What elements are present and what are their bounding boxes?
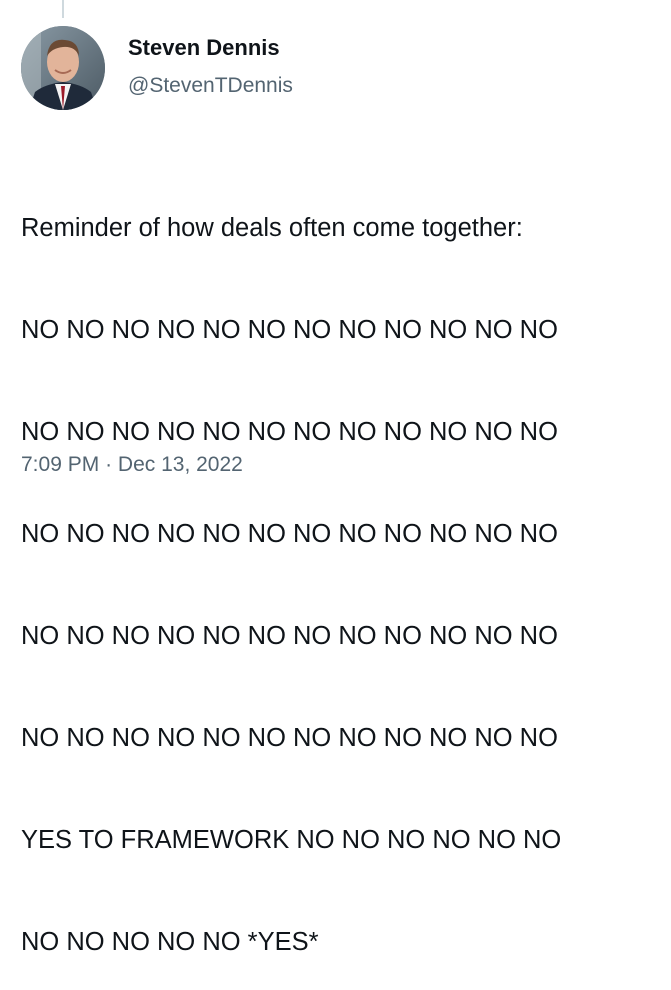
thread-connector-line (62, 0, 64, 18)
tweet-line: NO NO NO NO NO NO NO NO NO NO NO NO (21, 316, 558, 344)
tweet-text: Reminder of how deals often come togethe… (21, 143, 651, 990)
tweet-time-link[interactable]: 7:09 PM · Dec 13, 2022 (21, 453, 243, 476)
tweet-line: Reminder of how deals often come togethe… (21, 214, 523, 242)
avatar[interactable] (21, 26, 105, 110)
tweet-line: NO NO NO NO NO NO NO NO NO NO NO NO (21, 418, 558, 446)
tweet-line: NO NO NO NO NO NO NO NO NO NO NO NO (21, 724, 558, 752)
timestamp-separator: · (105, 453, 113, 476)
author-handle[interactable]: @StevenTDennis (128, 72, 293, 100)
author-name-block: Steven Dennis @StevenTDennis (128, 34, 293, 100)
tweet-line: NO NO NO NO NO NO NO NO NO NO NO NO (21, 622, 558, 650)
tweet-line: NO NO NO NO NO NO NO NO NO NO NO NO (21, 520, 558, 548)
tweet-time: 7:09 PM (21, 453, 100, 476)
tweet-line: YES TO FRAMEWORK NO NO NO NO NO NO (21, 826, 562, 854)
tweet-timestamp: 7:09 PM · Dec 13, 2022 (21, 452, 243, 478)
tweet-line: NO NO NO NO NO *YES* (21, 928, 319, 956)
tweet-date: Dec 13, 2022 (117, 453, 243, 476)
avatar-photo (21, 26, 105, 110)
author-display-name[interactable]: Steven Dennis (128, 34, 293, 62)
